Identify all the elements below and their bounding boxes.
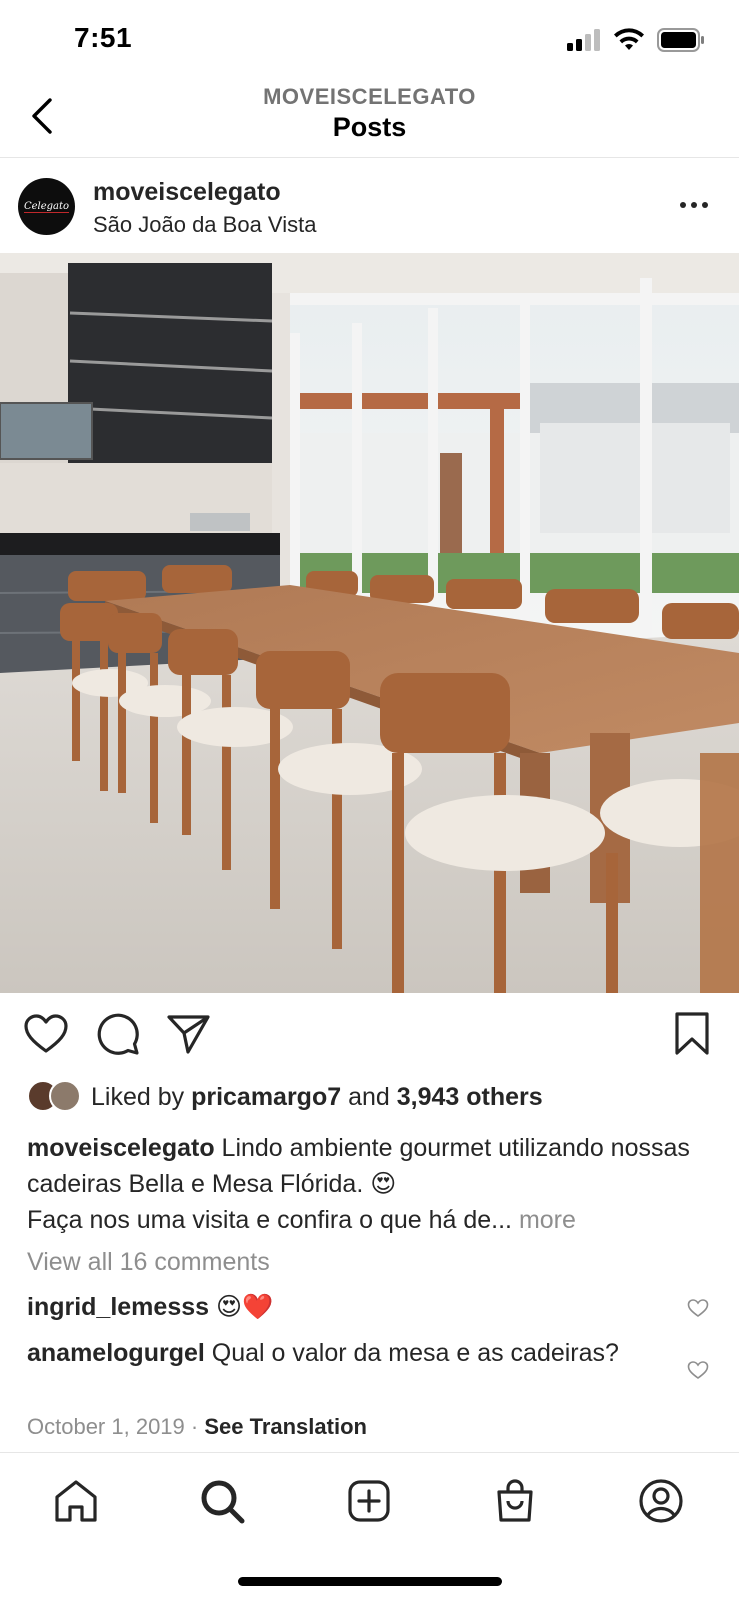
battery-icon — [657, 28, 704, 52]
profile-icon[interactable] — [637, 1477, 685, 1525]
caption-line-1: moveiscelegato Lindo ambiente gourmet ut… — [27, 1130, 717, 1202]
likes-row[interactable]: Liked by pricamargo7 and 3,943 others — [27, 1080, 543, 1114]
caption-text-2: Faça nos uma visita e confira o que há d… — [27, 1206, 512, 1234]
bottom-tab-bar — [0, 1452, 739, 1600]
post-date-line: October 1, 2019 · See Translation — [27, 1414, 367, 1440]
post-location[interactable]: São João da Boa Vista — [93, 212, 316, 238]
comment-like-icon[interactable] — [687, 1298, 709, 1318]
post-header: Celegato moveiscelegato São João da Boa … — [0, 159, 739, 253]
comment-text: Qual o valor da mesa e as cadeiras? — [204, 1339, 619, 1367]
comment-icon[interactable] — [94, 1010, 142, 1058]
see-translation-link[interactable]: See Translation — [204, 1414, 367, 1439]
post-username[interactable]: moveiscelegato — [93, 178, 281, 207]
more-link[interactable]: more — [512, 1206, 576, 1234]
nav-titles: MOVEISCELEGATO Posts — [0, 84, 739, 143]
avatar[interactable]: Celegato — [18, 178, 75, 235]
shop-icon[interactable] — [491, 1477, 539, 1525]
caption-line-2: Faça nos uma visita e confira o que há d… — [27, 1202, 717, 1238]
likes-middle: and — [341, 1082, 397, 1111]
share-icon[interactable] — [164, 1010, 212, 1058]
more-dots-icon[interactable] — [677, 195, 711, 215]
page-title: Posts — [332, 112, 407, 142]
heart-icon[interactable] — [22, 1010, 70, 1058]
likes-prefix: Liked by — [91, 1082, 192, 1111]
search-icon[interactable] — [198, 1477, 246, 1525]
comment-like-icon[interactable] — [687, 1360, 709, 1380]
comment-text: 😍❤️ — [209, 1293, 274, 1321]
comment: anamelogurgel Qual o valor da mesa e as … — [27, 1336, 667, 1371]
dining-room-illustration — [0, 253, 739, 993]
likes-count[interactable]: 3,943 others — [397, 1083, 543, 1111]
avatar-logo: Celegato — [23, 200, 70, 213]
post-date: October 1, 2019 — [27, 1414, 185, 1439]
caption-username[interactable]: moveiscelegato — [27, 1134, 215, 1162]
bookmark-icon[interactable] — [668, 1010, 716, 1058]
post-actions — [0, 1010, 739, 1066]
status-icons — [567, 28, 705, 52]
status-bar: 7:51 — [0, 0, 739, 80]
account-label: MOVEISCELEGATO — [263, 84, 476, 109]
comment-username[interactable]: anamelogurgel — [27, 1339, 205, 1367]
liker-username[interactable]: pricamargo7 — [191, 1083, 341, 1111]
signal-icon — [567, 29, 600, 51]
date-separator: · — [184, 1414, 205, 1439]
view-all-comments-link[interactable]: View all 16 comments — [27, 1248, 270, 1277]
comment: ingrid_lemesss 😍❤️ — [27, 1290, 667, 1325]
create-icon[interactable] — [345, 1477, 393, 1525]
comment-username[interactable]: ingrid_lemesss — [27, 1293, 209, 1321]
liker-avatar — [49, 1080, 81, 1112]
wifi-icon — [614, 28, 644, 50]
home-indicator[interactable] — [238, 1577, 502, 1586]
nav-header: MOVEISCELEGATO Posts — [0, 80, 739, 158]
liker-avatars — [27, 1080, 83, 1114]
likes-text: Liked by pricamargo7 and 3,943 others — [91, 1083, 543, 1112]
home-icon[interactable] — [52, 1477, 100, 1525]
status-time: 7:51 — [74, 22, 133, 53]
post-caption: moveiscelegato Lindo ambiente gourmet ut… — [27, 1130, 717, 1238]
post-photo[interactable] — [0, 253, 739, 993]
